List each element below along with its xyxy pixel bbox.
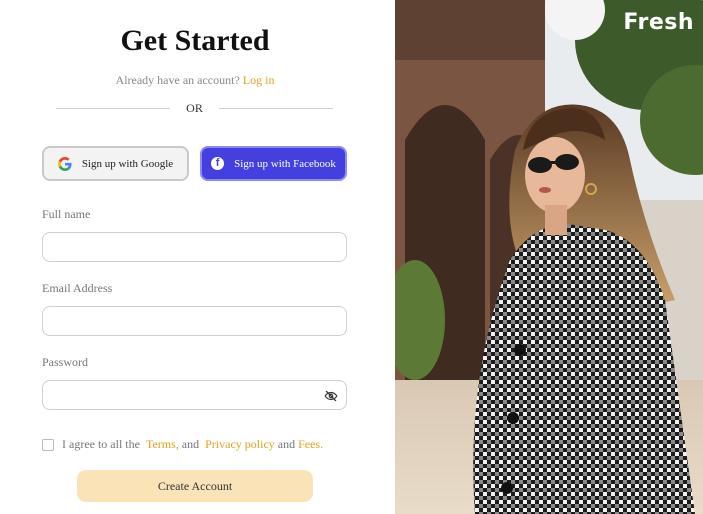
agree-prefix: I agree to all the <box>62 437 140 451</box>
woman-photo-illustration <box>395 0 703 514</box>
agree-and-2: and <box>277 437 296 451</box>
full-name-input[interactable] <box>43 233 346 261</box>
terms-link[interactable]: Terms, <box>146 437 179 452</box>
signup-panel: Get Started Already have an account? Log… <box>0 0 395 514</box>
full-name-label: Full name <box>42 207 91 221</box>
brand-logo: Fresh <box>623 10 694 35</box>
google-signup-button[interactable]: Sign up with Google <box>42 146 189 181</box>
fees-link[interactable]: Fees. <box>298 437 323 452</box>
agree-checkbox[interactable] <box>42 438 54 451</box>
facebook-signup-button[interactable]: f Sign up with Facebook <box>200 146 347 181</box>
terms-agreement: I agree to all the Terms, and Privacy po… <box>42 437 323 452</box>
facebook-signup-label: Sign up with Facebook <box>234 157 336 170</box>
full-name-field-wrapper <box>42 232 347 262</box>
privacy-policy-link[interactable]: Privacy policy <box>205 437 275 452</box>
agree-and-1: and <box>181 437 200 451</box>
login-link[interactable]: Log in <box>243 73 275 87</box>
google-signup-label: Sign up with Google <box>81 157 174 170</box>
password-input[interactable] <box>43 381 346 409</box>
or-divider: OR <box>56 101 333 115</box>
google-icon <box>57 156 72 171</box>
email-field-wrapper <box>42 306 347 336</box>
eye-off-icon[interactable] <box>324 389 338 403</box>
hero-photo: Fresh <box>395 0 703 514</box>
email-input[interactable] <box>43 307 346 335</box>
create-account-button[interactable]: Create Account <box>77 470 313 502</box>
login-prompt-text: Already have an account? <box>115 73 240 87</box>
login-prompt: Already have an account? Log in <box>0 73 390 88</box>
password-field-wrapper <box>42 380 347 410</box>
email-label: Email Address <box>42 281 113 295</box>
password-label: Password <box>42 355 89 369</box>
page-title: Get Started <box>120 24 270 57</box>
divider-line-right <box>219 108 333 109</box>
facebook-icon: f <box>211 157 225 170</box>
